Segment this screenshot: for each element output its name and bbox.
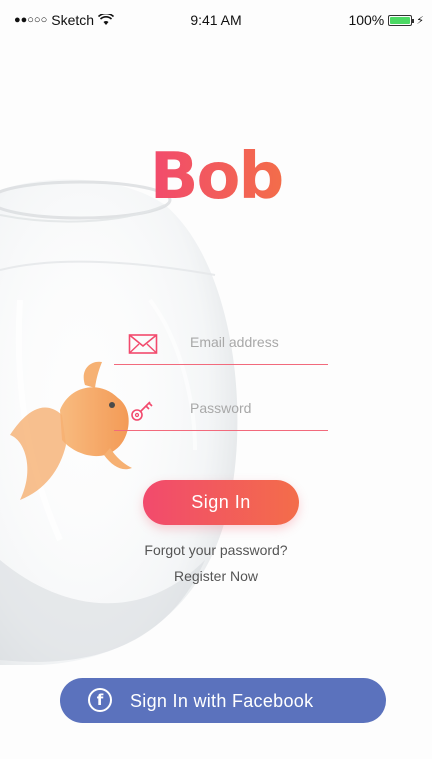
- password-field: [114, 388, 328, 431]
- forgot-password-link[interactable]: Forgot your password?: [0, 542, 432, 558]
- register-now-link[interactable]: Register Now: [0, 568, 432, 584]
- battery-level: [390, 16, 411, 24]
- email-input[interactable]: [190, 334, 326, 350]
- battery-tip: [412, 18, 415, 23]
- app-logo: Bob: [0, 140, 432, 214]
- facebook-icon: f: [88, 688, 112, 712]
- facebook-button-label: Sign In with Facebook: [130, 691, 314, 711]
- sign-in-button[interactable]: Sign In: [143, 480, 299, 525]
- battery-percent: 100%: [348, 12, 385, 28]
- status-bar: ●●○○○ Sketch 9:41 AM 100% ⚡: [0, 0, 432, 40]
- charging-icon: ⚡: [416, 14, 424, 27]
- envelope-icon: [128, 334, 158, 354]
- facebook-sign-in-button[interactable]: f Sign In with Facebook: [60, 678, 386, 723]
- status-right: 100% ⚡: [348, 12, 424, 28]
- email-field: [114, 322, 328, 365]
- logo-text: Bob: [149, 140, 285, 214]
- fishbowl-illustration: [0, 179, 238, 666]
- key-icon: [131, 401, 153, 421]
- login-screen: ●●○○○ Sketch 9:41 AM 100% ⚡ Bob Email ad…: [0, 0, 432, 759]
- password-input[interactable]: [190, 400, 326, 416]
- battery-icon: [388, 14, 415, 26]
